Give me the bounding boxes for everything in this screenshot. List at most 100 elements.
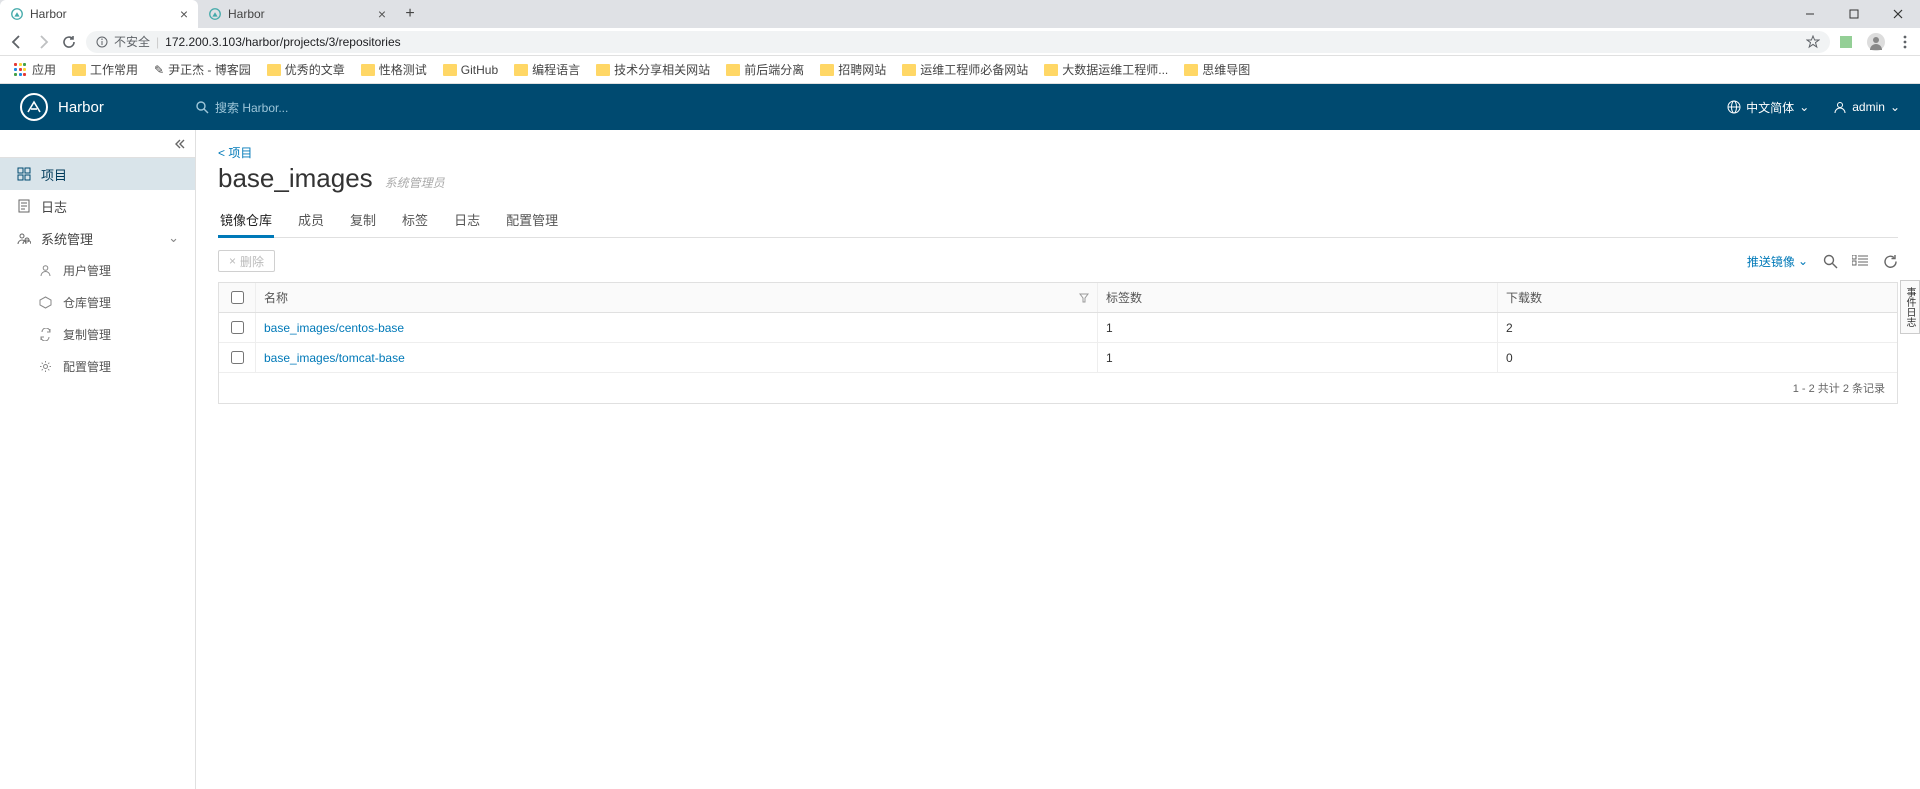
repositories-table: 名称 标签数 下载数 base_images/centos-base 1 2 b… [218,282,1898,404]
close-window-button[interactable] [1876,0,1920,28]
bookmark-item[interactable]: ✎尹正杰 - 博客园 [148,59,257,80]
tab-members[interactable]: 成员 [296,204,326,237]
harbor-logo[interactable]: Harbor [20,93,175,121]
col-pulls[interactable]: 下载数 [1506,289,1542,306]
folder-icon [902,64,916,76]
chevron-down-icon: ⌄ [168,230,179,246]
star-icon[interactable] [1806,35,1820,49]
browser-tab-active[interactable]: Harbor × [0,0,198,28]
apps-label: 应用 [32,61,56,78]
breadcrumb[interactable]: < 项目 [218,144,1898,161]
row-checkbox[interactable] [231,321,244,334]
cell-tags: 1 [1097,343,1497,372]
browser-menu-icon[interactable] [1898,35,1912,49]
sidebar-item-label: 仓库管理 [63,294,111,311]
url-text: 172.200.3.103/harbor/projects/3/reposito… [165,35,400,49]
folder-icon [443,64,457,76]
user-icon [1833,100,1847,114]
bookmark-item[interactable]: 优秀的文章 [261,59,351,80]
tab-labels[interactable]: 标签 [400,204,430,237]
page-subtitle: 系统管理员 [385,174,445,191]
user-menu[interactable]: admin ⌄ [1833,100,1900,114]
tab-repositories[interactable]: 镜像仓库 [218,204,274,238]
harbor-favicon-icon [208,7,222,21]
search-icon [195,100,209,114]
browser-tabs-row: Harbor × Harbor × + [0,0,1920,28]
forward-button[interactable] [34,33,52,51]
sidebar-item-label: 项目 [41,165,67,184]
folder-icon [726,64,740,76]
push-image-dropdown[interactable]: 推送镜像 ⌄ [1747,253,1808,270]
event-log-tab[interactable]: 事件日志 [1900,280,1920,334]
bookmark-item[interactable]: 编程语言 [508,59,586,80]
tab-title: Harbor [30,7,67,21]
blog-icon: ✎ [154,63,164,77]
language-selector[interactable]: 中文简体 ⌄ [1727,99,1809,116]
bookmark-item[interactable]: 性格测试 [355,59,433,80]
user-avatar-icon[interactable] [1866,32,1886,52]
delete-button[interactable]: × 删除 [218,250,275,272]
globe-icon [1727,100,1741,114]
harbor-search[interactable]: 搜索 Harbor... [195,99,1727,116]
harbor-header: Harbor 搜索 Harbor... 中文简体 ⌄ admin ⌄ [0,84,1920,130]
bookmark-item[interactable]: GitHub [437,61,504,79]
tab-logs[interactable]: 日志 [452,204,482,237]
bookmark-item[interactable]: 大数据运维工程师... [1038,59,1174,80]
sidebar-item-logs[interactable]: 日志 [0,190,195,222]
close-icon[interactable]: × [180,6,188,22]
tab-title: Harbor [228,7,265,21]
back-button[interactable] [8,33,26,51]
apps-icon [14,63,28,77]
search-placeholder: 搜索 Harbor... [215,99,288,116]
row-checkbox[interactable] [231,351,244,364]
sidebar-item-config[interactable]: 配置管理 [0,350,195,382]
minimize-button[interactable] [1788,0,1832,28]
bookmark-item[interactable]: 技术分享相关网站 [590,59,716,80]
delete-label: 删除 [240,253,264,270]
tab-config[interactable]: 配置管理 [504,204,560,237]
bookmark-item[interactable]: 工作常用 [66,59,144,80]
chevron-down-icon: ⌄ [1890,100,1900,114]
user-label: admin [1852,100,1885,114]
bookmark-item[interactable]: 思维导图 [1178,59,1256,80]
folder-icon [267,64,281,76]
sidebar-collapse-button[interactable] [0,130,195,158]
sidebar-item-admin[interactable]: 系统管理 ⌄ [0,222,195,254]
col-tags[interactable]: 标签数 [1106,289,1142,306]
col-name[interactable]: 名称 [264,289,288,306]
repo-link[interactable]: base_images/centos-base [264,321,404,335]
brand-text: Harbor [58,99,104,116]
bookmark-item[interactable]: 招聘网站 [814,59,892,80]
filter-icon[interactable] [1079,293,1089,303]
pagination-text: 1 - 2 共计 2 条记录 [1793,380,1885,396]
insecure-label: 不安全 [114,33,150,50]
sidebar-item-projects[interactable]: 项目 [0,158,195,190]
language-label: 中文简体 [1746,99,1794,116]
repo-link[interactable]: base_images/tomcat-base [264,351,405,365]
sidebar-item-replication[interactable]: 复制管理 [0,318,195,350]
view-toggle-icon[interactable] [1852,253,1868,269]
tab-replication[interactable]: 复制 [348,204,378,237]
bookmark-item[interactable]: 前后端分离 [720,59,810,80]
projects-icon [16,167,31,182]
harbor-favicon-icon [10,7,24,21]
url-input[interactable]: 不安全 | 172.200.3.103/harbor/projects/3/re… [86,31,1830,53]
select-all-checkbox[interactable] [231,291,244,304]
search-icon[interactable] [1822,253,1838,269]
bookmark-item[interactable]: 运维工程师必备网站 [896,59,1034,80]
sidebar-item-users[interactable]: 用户管理 [0,254,195,286]
cell-tags: 1 [1097,313,1497,342]
folder-icon [361,64,375,76]
logs-icon [16,199,31,214]
registry-icon [38,295,53,310]
sidebar-item-registries[interactable]: 仓库管理 [0,286,195,318]
maximize-button[interactable] [1832,0,1876,28]
extension-icon[interactable] [1838,34,1854,50]
refresh-button[interactable] [1882,253,1898,269]
new-tab-button[interactable]: + [396,0,424,28]
browser-tab-inactive[interactable]: Harbor × [198,0,396,28]
close-icon[interactable]: × [378,6,386,22]
reload-button[interactable] [60,33,78,51]
apps-button[interactable]: 应用 [8,59,62,80]
main-content: < 项目 base_images 系统管理员 镜像仓库 成员 复制 标签 日志 … [196,130,1920,789]
